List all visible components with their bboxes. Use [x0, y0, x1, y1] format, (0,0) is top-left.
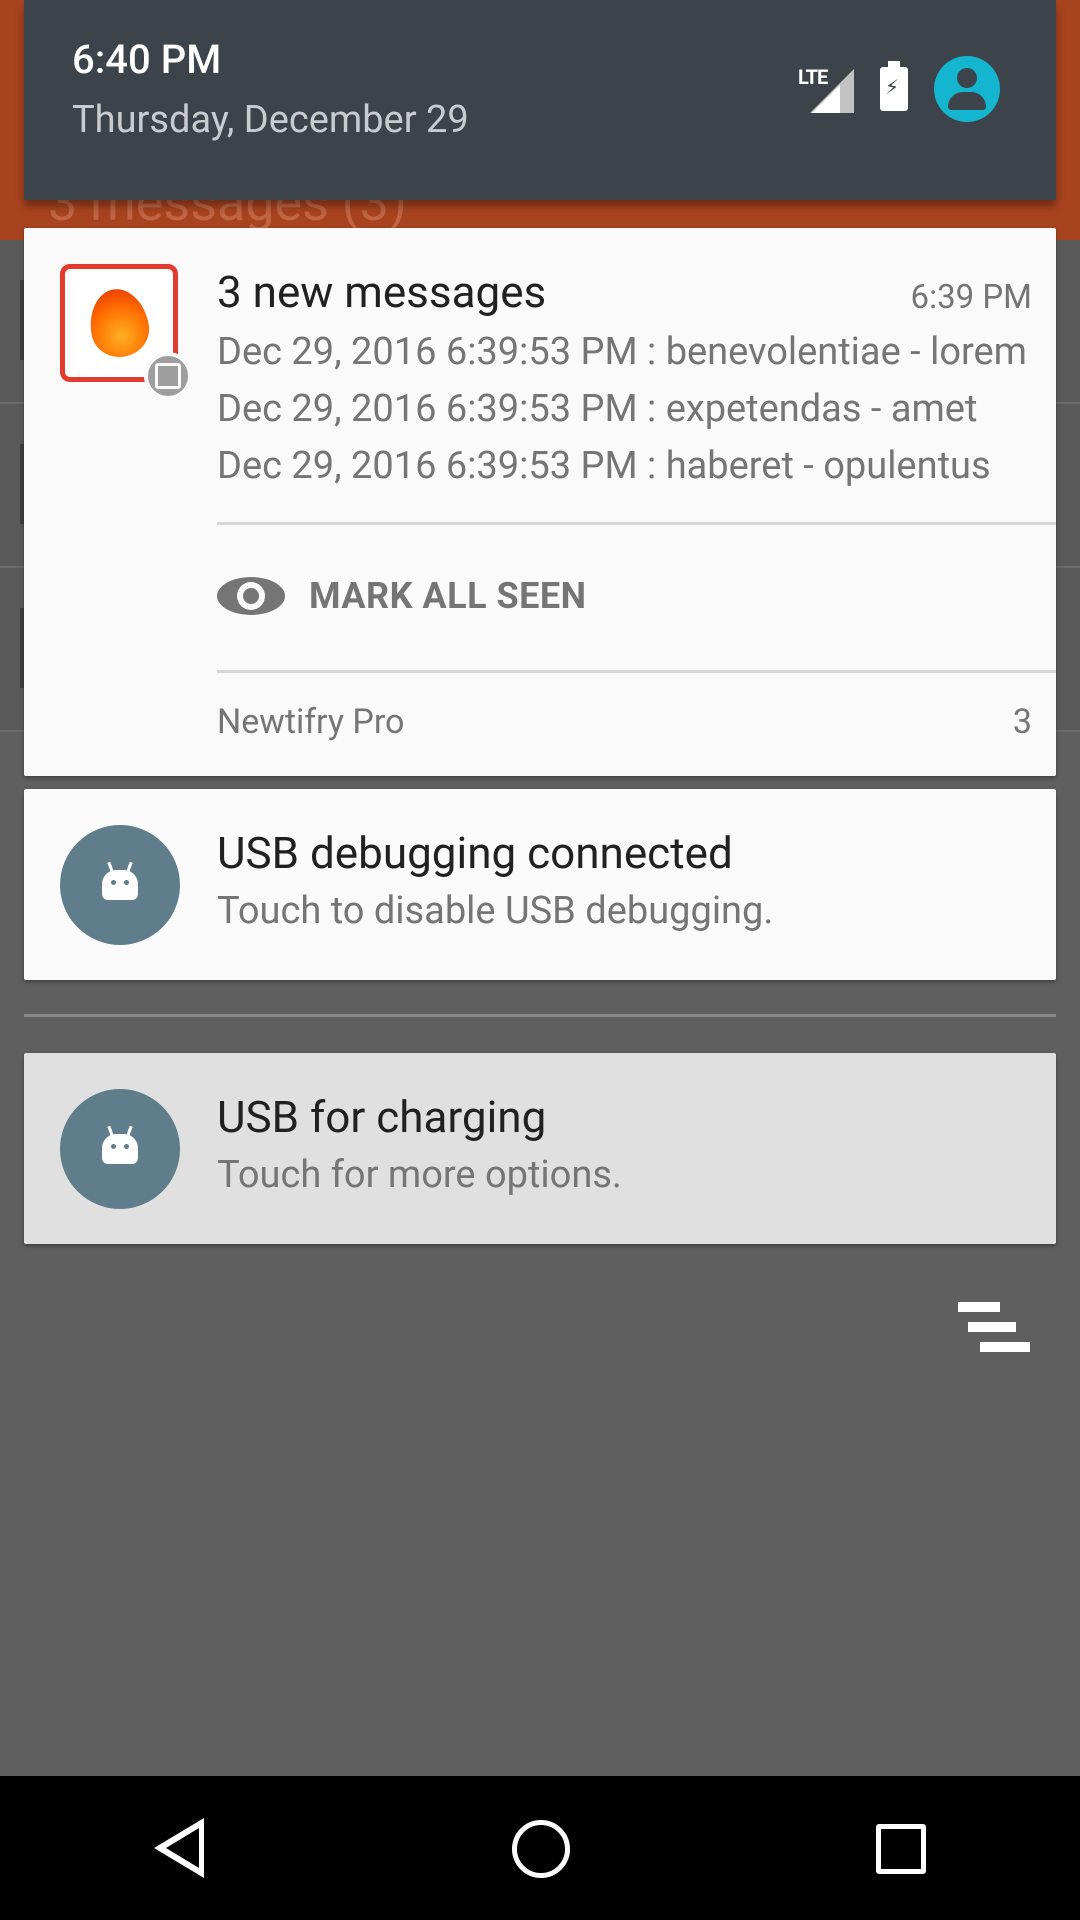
- navigation-bar: [0, 1776, 1080, 1920]
- section-separator: [24, 1014, 1056, 1017]
- message-line: Dec 29, 2016 6:39:53 PM : haberet - opul…: [217, 444, 991, 488]
- lte-signal-icon: LTE: [798, 65, 854, 113]
- android-icon: [60, 1089, 180, 1209]
- notification-app-name: Newtifry Pro: [217, 702, 405, 742]
- message-line: Dec 29, 2016 6:39:53 PM : expetendas - a…: [217, 387, 978, 431]
- eye-icon: [217, 573, 285, 619]
- battery-charging-icon: [880, 61, 908, 111]
- divider: [217, 670, 1056, 673]
- android-icon: [60, 825, 180, 945]
- mark-all-seen-button[interactable]: MARK ALL SEEN: [217, 540, 1056, 652]
- clear-all-icon[interactable]: [958, 1302, 1030, 1356]
- notification-title: 3 new messages: [217, 266, 547, 318]
- notification-time: 6:39 PM: [910, 278, 1032, 317]
- clock-time: 6:40 PM: [72, 36, 222, 83]
- home-button[interactable]: [480, 1788, 600, 1908]
- divider: [217, 522, 1056, 525]
- small-app-badge-icon: [144, 352, 192, 400]
- notification-usb-debugging[interactable]: USB debugging connected Touch to disable…: [24, 789, 1056, 980]
- notification-subtitle: Touch to disable USB debugging.: [217, 889, 774, 933]
- recents-icon: [876, 1824, 926, 1874]
- home-icon: [512, 1820, 570, 1878]
- quick-settings-header[interactable]: 6:40 PM Thursday, December 29 LTE: [24, 0, 1056, 200]
- mark-all-seen-label: MARK ALL SEEN: [309, 575, 587, 617]
- recents-button[interactable]: [840, 1788, 960, 1908]
- status-icons: LTE: [798, 56, 1000, 122]
- notification-title: USB for charging: [217, 1091, 547, 1143]
- message-line: Dec 29, 2016 6:39:53 PM : benevolentiae …: [217, 330, 1028, 374]
- user-avatar-icon[interactable]: [934, 56, 1000, 122]
- notification-subtitle: Touch for more options.: [217, 1153, 622, 1197]
- notification-title: USB debugging connected: [217, 827, 733, 879]
- notification-count: 3: [1012, 702, 1032, 742]
- notification-messages[interactable]: 3 new messages 6:39 PM Dec 29, 2016 6:39…: [24, 228, 1056, 776]
- back-button[interactable]: [120, 1788, 240, 1908]
- clock-date: Thursday, December 29: [72, 98, 469, 142]
- notification-usb-charging[interactable]: USB for charging Touch for more options.: [24, 1053, 1056, 1244]
- back-icon: [154, 1818, 204, 1878]
